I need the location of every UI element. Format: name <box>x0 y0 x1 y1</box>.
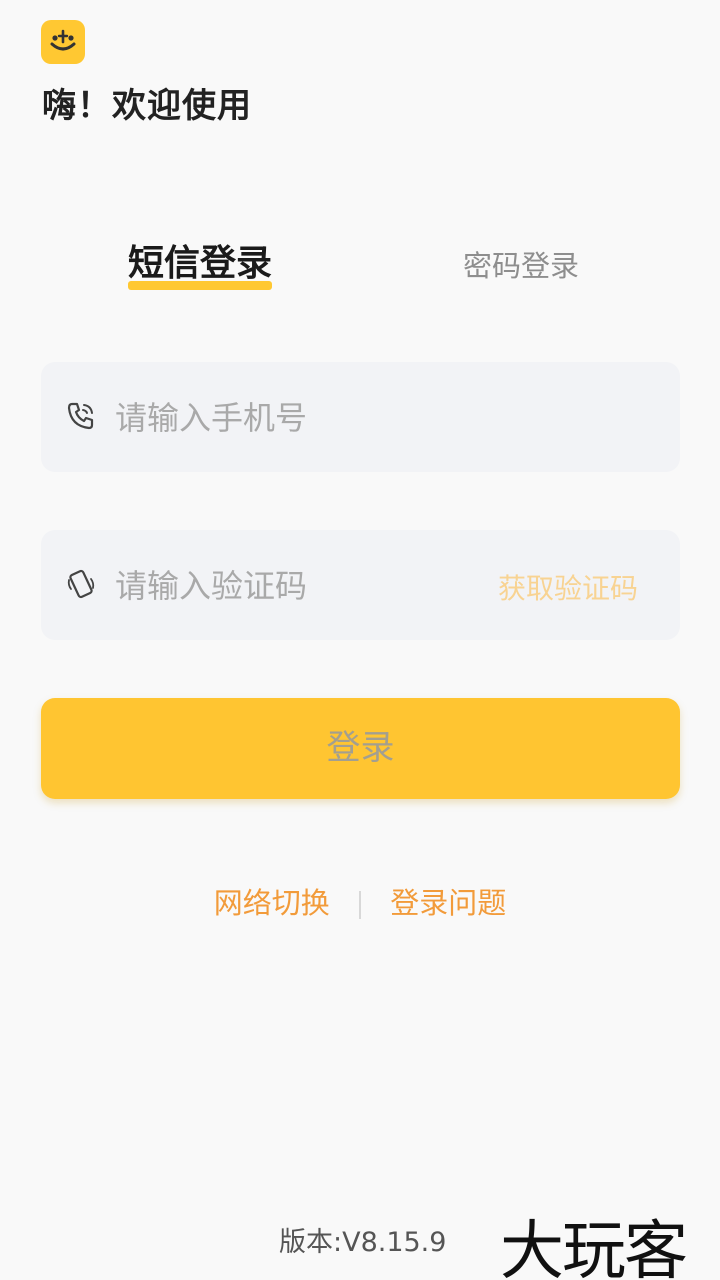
phone-input[interactable] <box>113 390 497 446</box>
phone-field <box>41 362 680 472</box>
help-links: 网络切换 登录问题 <box>0 880 720 922</box>
login-screen: 嗨！欢迎使用 短信登录 密码登录 获取验证码 登录 网络切换 <box>0 0 720 1280</box>
code-field: 获取验证码 <box>41 530 680 640</box>
link-divider <box>359 891 361 919</box>
phone-icon <box>65 400 97 432</box>
get-code-button[interactable]: 获取验证码 <box>498 567 638 607</box>
mobile-device-icon <box>65 568 97 600</box>
verification-code-input[interactable] <box>113 558 497 614</box>
version-label: 版本:V8.15.9 <box>279 1227 447 1258</box>
network-switch-link[interactable]: 网络切换 <box>214 886 330 920</box>
welcome-title: 嗨！欢迎使用 <box>42 86 252 126</box>
watermark-logo: 大玩客 <box>500 1215 688 1280</box>
tab-sms-login-label: 短信登录 <box>128 243 273 284</box>
login-issue-link[interactable]: 登录问题 <box>390 886 506 920</box>
login-button[interactable]: 登录 <box>41 698 680 799</box>
tab-sms-login[interactable]: 短信登录 <box>128 240 273 292</box>
tab-password-login[interactable]: 密码登录 <box>463 242 579 294</box>
smiley-logo-icon <box>41 20 85 64</box>
